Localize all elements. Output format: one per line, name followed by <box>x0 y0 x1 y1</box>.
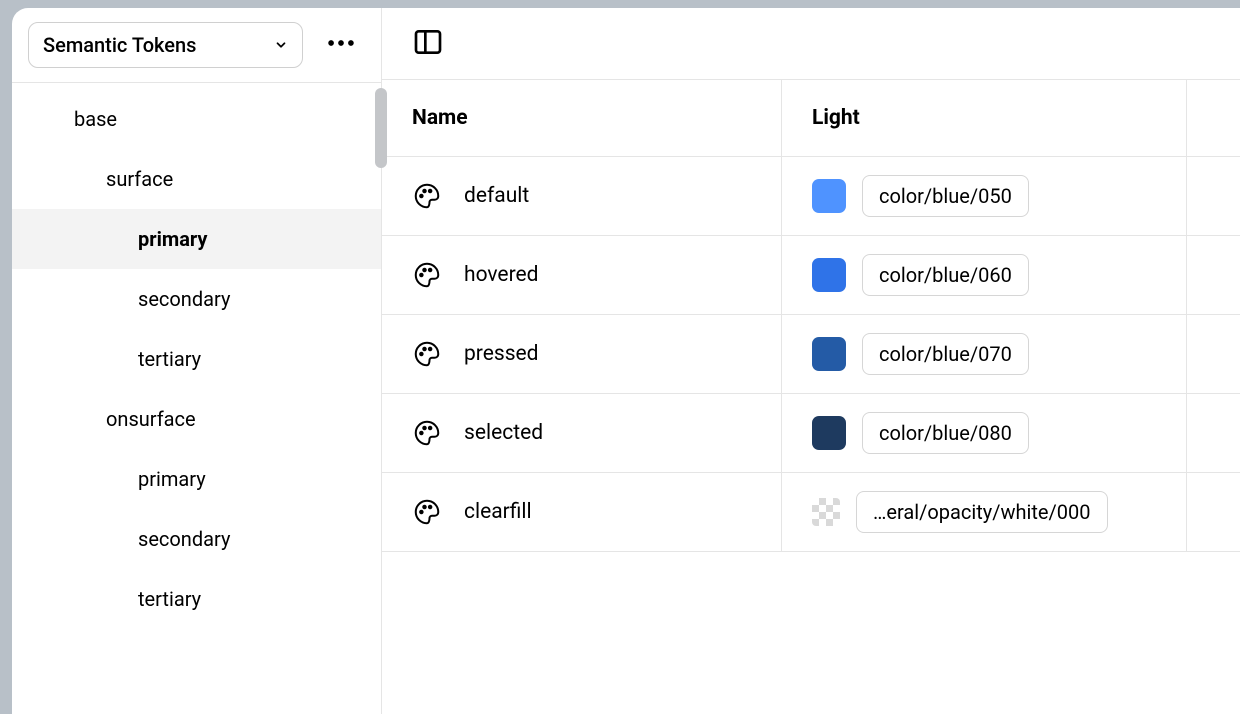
more-button[interactable] <box>321 25 361 65</box>
cell-light[interactable]: …eral/opacity/white/000 <box>782 473 1187 551</box>
color-swatch <box>812 337 846 371</box>
tree-item-onsurface[interactable]: onsurface <box>12 389 381 449</box>
table-row[interactable]: pressed color/blue/070 <box>382 315 1240 394</box>
token-reference-chip[interactable]: …eral/opacity/white/000 <box>856 491 1108 533</box>
palette-icon <box>412 181 442 211</box>
row-name-label: default <box>464 184 529 208</box>
token-tree[interactable]: basesurfaceprimarysecondarytertiaryonsur… <box>12 83 381 714</box>
chevron-down-icon <box>274 38 288 52</box>
color-swatch <box>812 416 846 450</box>
cell-extra <box>1187 394 1227 472</box>
cell-extra <box>1187 473 1227 551</box>
tree-item-surface[interactable]: surface <box>12 149 381 209</box>
color-swatch <box>812 258 846 292</box>
column-header-light[interactable]: Light <box>782 80 1187 156</box>
palette-icon <box>412 339 442 369</box>
cell-name: pressed <box>382 315 782 393</box>
tree-item-tertiary[interactable]: tertiary <box>12 569 381 629</box>
row-name-label: selected <box>464 421 543 445</box>
panel-toggle-button[interactable] <box>412 26 444 62</box>
cell-name: hovered <box>382 236 782 314</box>
toolbar <box>382 8 1240 80</box>
palette-icon <box>412 497 442 527</box>
column-header-name-label: Name <box>412 106 468 130</box>
color-swatch <box>812 179 846 213</box>
cell-extra <box>1187 236 1227 314</box>
cell-name: clearfill <box>382 473 782 551</box>
tree-item-primary[interactable]: primary <box>12 209 381 269</box>
tree-item-primary[interactable]: primary <box>12 449 381 509</box>
cell-light[interactable]: color/blue/080 <box>782 394 1187 472</box>
scrollbar-thumb[interactable] <box>375 88 387 168</box>
table-row[interactable]: default color/blue/050 <box>382 157 1240 236</box>
tree-item-secondary[interactable]: secondary <box>12 269 381 329</box>
cell-extra <box>1187 315 1227 393</box>
table-row[interactable]: selected color/blue/080 <box>382 394 1240 473</box>
sidebar: Semantic Tokens basesurfaceprimarysecond… <box>12 8 382 714</box>
cell-name: default <box>382 157 782 235</box>
token-reference-chip[interactable]: color/blue/080 <box>862 412 1029 454</box>
tree-item-tertiary[interactable]: tertiary <box>12 329 381 389</box>
more-horizontal-icon <box>324 26 358 64</box>
tokens-table: Name Light default color/blue/050 hovered c… <box>382 80 1240 714</box>
palette-icon <box>412 260 442 290</box>
cell-name: selected <box>382 394 782 472</box>
table-row[interactable]: hovered color/blue/060 <box>382 236 1240 315</box>
sidebar-panel-icon <box>412 26 444 62</box>
table-header-row: Name Light <box>382 80 1240 157</box>
collection-dropdown-label: Semantic Tokens <box>43 33 196 57</box>
row-name-label: clearfill <box>464 500 532 524</box>
column-header-extra <box>1187 80 1227 156</box>
cell-extra <box>1187 157 1227 235</box>
palette-icon <box>412 418 442 448</box>
tree-item-base[interactable]: base <box>12 89 381 149</box>
cell-light[interactable]: color/blue/070 <box>782 315 1187 393</box>
table-row[interactable]: clearfill …eral/opacity/white/000 <box>382 473 1240 552</box>
token-reference-chip[interactable]: color/blue/070 <box>862 333 1029 375</box>
tree-item-secondary[interactable]: secondary <box>12 509 381 569</box>
token-reference-chip[interactable]: color/blue/050 <box>862 175 1029 217</box>
cell-light[interactable]: color/blue/060 <box>782 236 1187 314</box>
column-header-light-label: Light <box>812 106 860 130</box>
sidebar-header: Semantic Tokens <box>12 8 381 83</box>
color-swatch <box>812 498 840 526</box>
app-window: Semantic Tokens basesurfaceprimarysecond… <box>12 8 1240 714</box>
column-header-name[interactable]: Name <box>382 80 782 156</box>
main-panel: Name Light default color/blue/050 hovered c… <box>382 8 1240 714</box>
row-name-label: hovered <box>464 263 538 287</box>
collection-dropdown[interactable]: Semantic Tokens <box>28 22 303 68</box>
row-name-label: pressed <box>464 342 539 366</box>
token-reference-chip[interactable]: color/blue/060 <box>862 254 1029 296</box>
cell-light[interactable]: color/blue/050 <box>782 157 1187 235</box>
